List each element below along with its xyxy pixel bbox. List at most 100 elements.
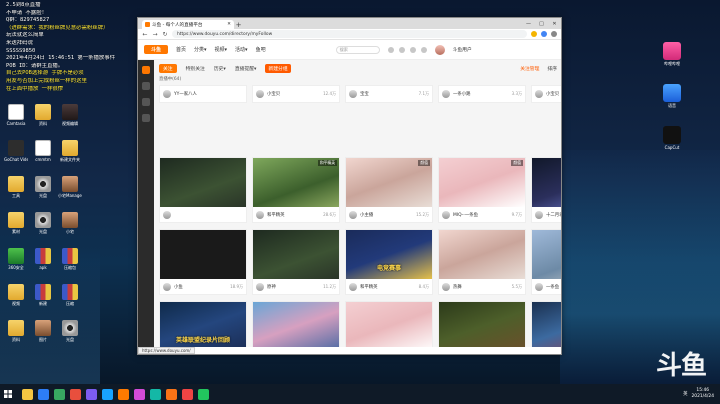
stream-thumbnail[interactable]: 英雄联盟纪录片回顾 <box>160 302 246 347</box>
streamer-name[interactable]: 原神 <box>267 284 320 290</box>
maximize-button[interactable]: □ <box>535 18 548 29</box>
sort-link[interactable]: 排序 <box>547 65 557 72</box>
streamer-avatar[interactable] <box>256 210 264 219</box>
streamer-avatar[interactable] <box>349 90 357 98</box>
streamer-avatar[interactable] <box>163 210 171 219</box>
message-icon[interactable] <box>409 46 416 53</box>
stream-card[interactable]: 颜值 小主播 15.2万 <box>345 157 433 223</box>
streamer-avatar[interactable] <box>349 210 357 219</box>
nav-events[interactable]: 活动▾ <box>235 46 248 53</box>
forward-arrow-icon[interactable]: → <box>152 31 158 38</box>
taskbar-app-icon[interactable] <box>134 388 145 400</box>
menu-icon[interactable] <box>551 31 557 37</box>
stream-card[interactable]: 天天7.7万 <box>252 301 340 347</box>
desktop-icon[interactable]: 新建 <box>31 284 55 306</box>
stream-card[interactable]: 狂暴2.6万 <box>438 301 526 347</box>
desktop-icon-right[interactable]: 哔哩哔哩 <box>659 42 685 67</box>
streamer-avatar[interactable] <box>349 282 357 291</box>
sidebar-game-icon[interactable] <box>142 114 150 122</box>
url-input[interactable]: https://www.douyu.com/directory/myFollow <box>172 30 527 38</box>
sidebar-live-icon[interactable] <box>142 82 150 90</box>
taskbar-app-icon[interactable] <box>118 388 129 400</box>
desktop-icon[interactable]: 图片 <box>31 320 55 342</box>
desktop-icon[interactable]: 新建文件夹 <box>58 140 82 162</box>
nav-home[interactable]: 首页 <box>176 46 186 53</box>
stream-card[interactable]: 小宝贝1.8万 <box>531 85 561 103</box>
streamer-name[interactable]: 热舞 <box>453 284 509 290</box>
stream-thumbnail[interactable] <box>160 158 246 207</box>
desktop-icon[interactable]: Camtasia <box>4 104 28 126</box>
desktop-icon[interactable]: 光盘 <box>31 212 55 234</box>
desktop-icon-right[interactable]: 语音 <box>659 84 685 109</box>
desktop-icon[interactable]: 压缩包 <box>58 248 82 270</box>
nav-category[interactable]: 分类▾ <box>194 46 207 53</box>
new-tab-button[interactable]: + <box>234 20 243 29</box>
start-button[interactable] <box>0 384 16 404</box>
tab-history[interactable]: 历史▾ <box>214 65 226 72</box>
follow-manage-link[interactable]: 关注管理 <box>520 65 539 72</box>
streamer-avatar[interactable] <box>442 210 450 219</box>
streamer-name[interactable]: MIQ--一条鱼 <box>453 212 509 218</box>
stream-card[interactable]: 热舞 5.5万 <box>438 229 526 295</box>
star-icon[interactable] <box>531 31 537 37</box>
douyu-logo[interactable]: 斗鱼 <box>144 45 168 54</box>
browser-tab[interactable]: 斗鱼 - 每个人的直播平台 ✕ <box>142 20 234 29</box>
desktop-icon[interactable]: apk <box>31 248 55 270</box>
streamer-name[interactable]: 小宝贝 <box>267 91 320 97</box>
desktop-icon[interactable]: 视频 <box>4 284 28 306</box>
stream-card[interactable] <box>159 157 247 223</box>
stream-card[interactable]: 小宝贝 12.4万 <box>252 85 340 103</box>
stream-card[interactable]: 一条鱼4.2万 <box>531 229 561 295</box>
stream-card[interactable]: 宝宝 7.1万 <box>345 85 433 103</box>
desktop-icon[interactable]: 素材 <box>4 212 28 234</box>
taskbar-app-icon[interactable] <box>150 388 161 400</box>
extension-icon[interactable] <box>541 31 547 37</box>
stream-thumbnail[interactable] <box>439 230 525 279</box>
streamer-avatar[interactable] <box>535 210 543 219</box>
taskbar-app-icon[interactable] <box>70 388 81 400</box>
taskbar-app-icon[interactable] <box>102 388 113 400</box>
desktop-icon[interactable]: cmmtm <box>31 140 55 162</box>
desktop-icon[interactable]: 资料 <box>31 104 55 126</box>
streamer-avatar[interactable] <box>163 90 171 98</box>
clock[interactable]: 15:46 2021/4/24 <box>691 388 714 400</box>
desktop-icon[interactable]: GoChat Video <box>4 140 28 162</box>
streamer-avatar[interactable] <box>256 90 264 98</box>
reload-icon[interactable]: ↻ <box>162 31 168 38</box>
stream-thumbnail[interactable]: 颜值 <box>346 158 432 207</box>
stream-card[interactable]: 原神 11.2万 <box>252 229 340 295</box>
stream-card[interactable]: 颜值 MIQ--一条鱼 9.7万 <box>438 157 526 223</box>
desktop-icon-right[interactable]: CapCut <box>659 126 685 150</box>
search-input[interactable]: 搜索 <box>335 45 380 54</box>
taskbar-app-icon[interactable] <box>38 388 49 400</box>
taskbar-app-icon[interactable] <box>54 388 65 400</box>
back-arrow-icon[interactable]: ← <box>142 31 148 38</box>
stream-card[interactable]: 十二月老板6.3万 <box>531 157 561 223</box>
streamer-avatar[interactable] <box>442 90 450 98</box>
streamer-avatar[interactable] <box>535 282 543 291</box>
download-icon[interactable] <box>420 46 427 53</box>
streamer-avatar[interactable] <box>535 90 543 98</box>
close-button[interactable]: ✕ <box>548 18 561 29</box>
stream-thumbnail[interactable]: 颜值 <box>439 158 525 207</box>
streamer-avatar[interactable] <box>163 282 171 291</box>
stream-thumbnail[interactable] <box>253 302 339 347</box>
stream-thumbnail[interactable] <box>532 230 561 279</box>
taskbar-app-icon[interactable] <box>86 388 97 400</box>
streamer-name[interactable]: 小宝贝 <box>546 91 561 97</box>
nav-yuba[interactable]: 鱼吧 <box>256 46 266 53</box>
taskbar-app-icon[interactable] <box>166 388 177 400</box>
stream-card[interactable]: 和平精英 和平精英 28.6万 <box>252 157 340 223</box>
taskbar-app-icon[interactable] <box>182 388 193 400</box>
stream-card[interactable]: 小鱼 18.9万 <box>159 229 247 295</box>
stream-card[interactable]: 电竞赛事 和平精英 8.4万 <box>345 229 433 295</box>
streamer-name[interactable]: YY一家八人 <box>174 91 240 97</box>
streamer-name[interactable]: 小主播 <box>360 212 413 218</box>
stream-card[interactable]: YY一家八人 <box>159 85 247 103</box>
desktop-icon[interactable]: 光盘 <box>31 176 55 198</box>
streamer-name[interactable]: 和平精英 <box>267 212 320 218</box>
stream-card[interactable]: 一条小路 3.3万 <box>438 85 526 103</box>
tab-close-icon[interactable]: ✕ <box>227 22 231 27</box>
streamer-name[interactable]: 十二月老板 <box>546 212 561 218</box>
desktop-icon[interactable]: 资料 <box>4 320 28 342</box>
